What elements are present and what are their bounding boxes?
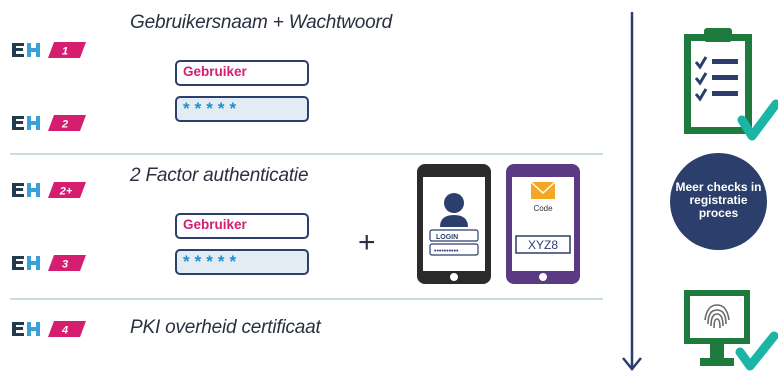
phone-login-illustration: LOGIN •••••••••• [417,164,491,284]
eh-logo-icon [12,322,40,336]
eh-level-number: 2+ [59,186,73,198]
password-field[interactable]: ***** [175,96,309,122]
password-field[interactable]: ***** [175,249,309,275]
password-mask: ***** [183,99,242,118]
eh-logo-icon [12,43,40,57]
eh-level-badge-1: 1 [12,42,86,58]
username-label: Gebruiker [183,217,247,232]
monitor-fingerprint-icon [684,290,778,371]
down-arrow-icon [622,12,642,371]
envelope-icon [530,181,556,199]
eh-logo-icon [12,116,40,130]
section-separator [10,298,603,300]
eh-level-number: 3 [62,259,68,271]
clipboard-checklist-icon [684,28,778,141]
eh-level-number: 1 [62,46,68,58]
eh-logo-icon [12,183,40,197]
phone-password-dots: •••••••••• [434,248,459,255]
plus-sign: + [358,226,376,259]
phone-login-button-label: LOGIN [436,234,458,241]
more-checks-circle: Meer checks in registratie proces [670,153,767,250]
section-title-password: Gebruikersnaam + Wachtwoord [130,12,392,33]
phone-code-label: Code [533,204,553,213]
section-title-pki: PKI overheid certificaat [130,317,321,338]
username-label: Gebruiker [183,64,247,79]
eh-level-badge-3: 3 [12,255,86,271]
username-field[interactable]: Gebruiker [175,60,309,86]
section-title-2fa: 2 Factor authenticatie [130,165,309,186]
eh-logo-icon [12,256,40,270]
username-field[interactable]: Gebruiker [175,213,309,239]
more-checks-text: Meer checks in registratie proces [675,180,762,220]
eh-level-badge-2plus: 2+ [12,182,86,198]
eh-level-badge-4: 4 [12,321,86,337]
eh-level-number: 4 [61,325,68,337]
eh-level-number: 2 [61,119,68,131]
eh-level-badge-2: 2 [12,115,86,131]
phone-code-value: XYZ8 [528,238,558,252]
phone-code-illustration: Code XYZ8 [506,164,580,284]
section-separator [10,153,603,155]
password-mask: ***** [183,252,242,271]
